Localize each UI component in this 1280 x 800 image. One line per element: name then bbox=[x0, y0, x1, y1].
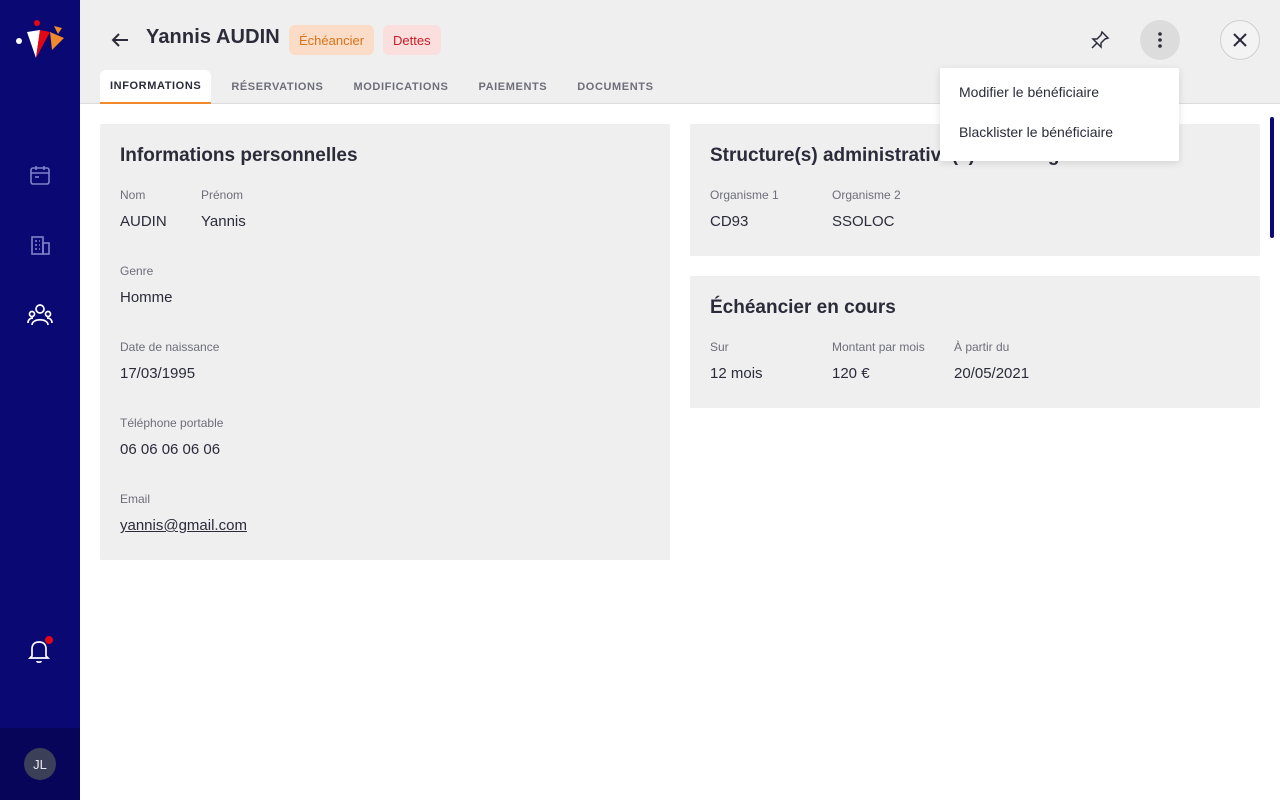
pin-button[interactable] bbox=[1088, 28, 1112, 52]
options-menu: Modifier le bénéficiaire Blacklister le … bbox=[940, 68, 1179, 161]
more-options-button[interactable] bbox=[1140, 20, 1180, 60]
scrollbar[interactable] bbox=[1270, 117, 1274, 238]
sidebar: JL bbox=[0, 0, 80, 800]
org1-value: CD93 bbox=[710, 213, 749, 230]
tab-bar: INFORMATIONS RÉSERVATIONS MODIFICATIONS … bbox=[100, 70, 674, 104]
page-title: Yannis AUDIN bbox=[146, 26, 280, 48]
building-icon[interactable] bbox=[27, 232, 53, 258]
nom-label: Nom bbox=[120, 188, 146, 202]
email-label: Email bbox=[120, 492, 151, 506]
close-icon bbox=[1233, 33, 1247, 47]
org2-value: SSOLOC bbox=[832, 213, 895, 230]
more-vertical-icon bbox=[1158, 32, 1162, 48]
genre-value: Homme bbox=[120, 289, 173, 306]
personal-info-card: Informations personnelles Nom AUDIN Prén… bbox=[100, 124, 670, 560]
birthdate-label: Date de naissance bbox=[120, 340, 220, 354]
back-button[interactable] bbox=[108, 28, 132, 52]
prenom-value: Yannis bbox=[201, 213, 246, 230]
card-title: Échéancier en cours bbox=[710, 297, 896, 318]
close-button[interactable] bbox=[1220, 20, 1260, 60]
genre-label: Genre bbox=[120, 264, 154, 278]
prenom-label: Prénom bbox=[201, 188, 244, 202]
calendar-icon[interactable] bbox=[27, 162, 53, 188]
status-badge-dettes: Dettes bbox=[383, 25, 441, 55]
tab-reservations[interactable]: RÉSERVATIONS bbox=[221, 70, 333, 104]
notification-dot bbox=[45, 636, 53, 644]
org1-label: Organisme 1 bbox=[710, 188, 779, 202]
monthly-amount-value: 120 € bbox=[832, 365, 870, 382]
monthly-amount-label: Montant par mois bbox=[832, 340, 925, 354]
start-date-label: À partir du bbox=[954, 340, 1010, 354]
tab-paiements[interactable]: PAIEMENTS bbox=[468, 70, 557, 104]
echeancier-card: Échéancier en cours Sur 12 mois Montant … bbox=[690, 276, 1260, 408]
menu-item-edit-beneficiary[interactable]: Modifier le bénéficiaire bbox=[959, 84, 1099, 100]
tab-informations[interactable]: INFORMATIONS bbox=[100, 70, 212, 104]
email-link[interactable]: yannis@gmail.com bbox=[120, 517, 247, 534]
sidebar-footer: JL bbox=[0, 728, 80, 800]
arrow-left-icon bbox=[111, 33, 128, 47]
avatar[interactable]: JL bbox=[24, 748, 56, 780]
card-title: Informations personnelles bbox=[120, 145, 358, 166]
duration-label: Sur bbox=[710, 340, 729, 354]
app-logo[interactable] bbox=[14, 20, 66, 60]
users-icon[interactable] bbox=[27, 302, 53, 328]
pin-icon bbox=[1091, 30, 1110, 49]
start-date-value: 20/05/2021 bbox=[954, 365, 1030, 382]
notifications-button[interactable] bbox=[27, 636, 53, 666]
tab-documents[interactable]: DOCUMENTS bbox=[567, 70, 663, 104]
phone-label: Téléphone portable bbox=[120, 416, 224, 430]
duration-value: 12 mois bbox=[710, 365, 763, 382]
status-badge-echeancier: Échéancier bbox=[289, 25, 375, 55]
birthdate-value: 17/03/1995 bbox=[120, 365, 196, 382]
org2-label: Organisme 2 bbox=[832, 188, 901, 202]
tab-modifications[interactable]: MODIFICATIONS bbox=[344, 70, 459, 104]
nom-value: AUDIN bbox=[120, 213, 167, 230]
phone-value: 06 06 06 06 06 bbox=[120, 441, 221, 458]
menu-item-blacklist-beneficiary[interactable]: Blacklister le bénéficiaire bbox=[959, 124, 1113, 140]
